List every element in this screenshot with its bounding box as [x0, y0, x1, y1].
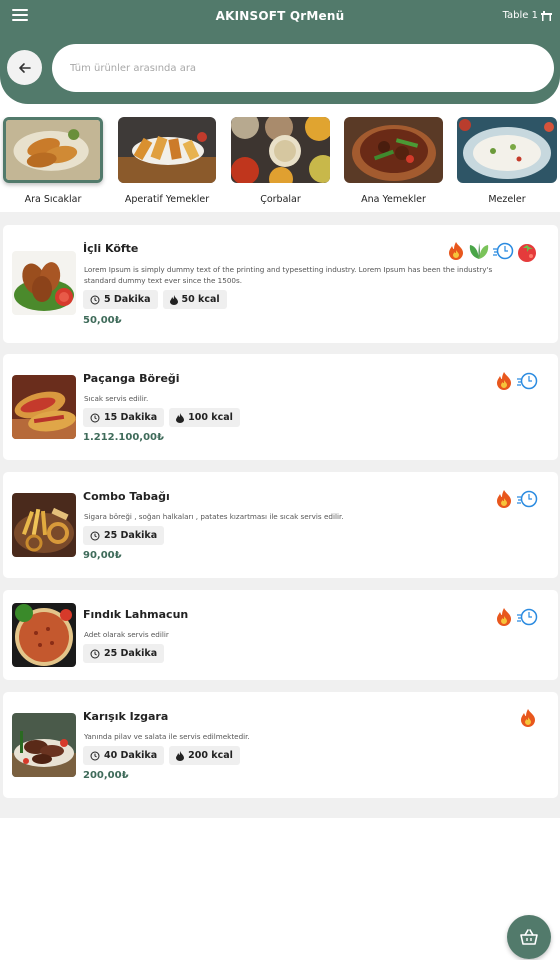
fast-service-icon — [517, 490, 538, 508]
product-image — [12, 375, 76, 439]
product-name: Combo Tabağı — [83, 490, 170, 503]
product-tags: 25 Dakika — [83, 644, 165, 663]
product-feature-icons — [446, 241, 538, 263]
product-description: Sigara böreği , soğan halkaları , patate… — [84, 512, 344, 521]
prep-time-tag: 25 Dakika — [83, 526, 165, 545]
product-feature-icons — [494, 607, 538, 627]
product-card[interactable]: İçli Köfte Lorem Ipsum is simply dummy t… — [3, 225, 558, 343]
calories: 200 kcal — [188, 750, 233, 761]
product-image — [12, 251, 76, 315]
clock-icon — [90, 413, 100, 422]
category-image — [457, 117, 557, 183]
category-image — [3, 117, 103, 183]
product-feature-icons — [494, 489, 538, 509]
product-tags: 15 Dakika 100 kcal — [83, 408, 240, 427]
category-ana-yemekler[interactable]: Ana Yemekler — [344, 117, 443, 205]
table-icon — [541, 10, 552, 21]
product-tags: 25 Dakika — [83, 526, 165, 545]
clock-icon — [90, 531, 100, 540]
spicy-icon — [497, 372, 511, 390]
prep-time: 25 Dakika — [104, 530, 158, 541]
table-indicator: Table 1 — [503, 10, 552, 21]
search-input[interactable] — [70, 62, 554, 74]
prep-time: 40 Dakika — [104, 750, 158, 761]
product-description: Lorem Ipsum is simply dummy text of the … — [84, 265, 493, 285]
spicy-icon — [521, 709, 535, 727]
product-price: 90,00₺ — [83, 550, 122, 561]
cart-button[interactable] — [507, 915, 551, 959]
fast-service-icon — [493, 242, 514, 260]
product-card[interactable]: Paçanga Böreği Sıcak servis edilir. 15 D… — [3, 354, 558, 460]
product-price: 50,00₺ — [83, 315, 122, 326]
calorie-tag: 50 kcal — [162, 290, 227, 309]
calorie-tag: 100 kcal — [169, 408, 240, 427]
category-carousel: Ara Sıcaklar Aperatif Yemekler Çorbalar … — [0, 117, 560, 212]
product-image — [12, 713, 76, 777]
flame-icon — [176, 412, 185, 423]
product-feature-icons — [518, 708, 538, 728]
prep-time-tag: 25 Dakika — [83, 644, 165, 663]
basket-icon — [520, 929, 538, 945]
search-bar[interactable] — [52, 44, 554, 92]
product-price: 200,00₺ — [83, 770, 129, 781]
category-label: Çorbalar — [260, 194, 301, 205]
category-mezeler[interactable]: Mezeler — [457, 117, 557, 205]
product-card[interactable]: Karışık Izgara Yanında pilav ve salata i… — [3, 692, 558, 798]
vegan-icon — [469, 243, 489, 259]
prep-time: 5 Dakika — [104, 294, 151, 305]
product-description: Yanında pilav ve salata ile servis edilm… — [84, 732, 250, 741]
spicy-icon — [449, 242, 463, 260]
product-description: Adet olarak servis edilir — [84, 630, 169, 639]
product-feature-icons — [494, 371, 538, 391]
category-image — [231, 117, 330, 183]
calorie-tag: 200 kcal — [169, 746, 240, 765]
product-name: Fındık Lahmacun — [83, 608, 189, 621]
product-card[interactable]: Combo Tabağı Sigara böreği , soğan halka… — [3, 472, 558, 578]
spicy-icon — [497, 608, 511, 626]
product-tags: 40 Dakika 200 kcal — [83, 746, 240, 765]
fast-service-icon — [517, 608, 538, 626]
product-name: İçli Köfte — [83, 242, 139, 255]
product-image — [12, 493, 76, 557]
category-image — [118, 117, 216, 183]
clock-icon — [90, 649, 100, 658]
category-label: Ana Yemekler — [361, 194, 426, 205]
category-label: Mezeler — [488, 194, 526, 205]
clock-icon — [90, 751, 100, 760]
flame-icon — [169, 294, 178, 305]
table-label: Table 1 — [502, 10, 538, 21]
product-tags: 5 Dakika 50 kcal — [83, 290, 227, 309]
product-image — [12, 603, 76, 667]
category-label: Aperatif Yemekler — [124, 194, 210, 205]
spicy-icon — [497, 490, 511, 508]
prep-time-tag: 40 Dakika — [83, 746, 165, 765]
arrow-left-icon — [18, 62, 31, 73]
category-corbalar[interactable]: Çorbalar — [231, 117, 330, 205]
prep-time-tag: 5 Dakika — [83, 290, 158, 309]
product-price: 1.212.100,00₺ — [83, 432, 164, 443]
prep-time-tag: 15 Dakika — [83, 408, 165, 427]
tomato-icon — [518, 244, 536, 262]
clock-icon — [90, 295, 100, 304]
product-description: Sıcak servis edilir. — [84, 394, 149, 403]
fast-service-icon — [517, 372, 538, 390]
product-name: Karışık Izgara — [83, 710, 169, 723]
category-label: Ara Sıcaklar — [24, 194, 82, 205]
category-aperatif-yemekler[interactable]: Aperatif Yemekler — [118, 117, 216, 205]
category-image — [344, 117, 443, 183]
flame-icon — [176, 750, 185, 761]
product-name: Paçanga Böreği — [83, 372, 180, 385]
prep-time: 15 Dakika — [104, 412, 158, 423]
app-title: AKINSOFT QrMenü — [215, 9, 345, 23]
back-button[interactable] — [7, 50, 42, 85]
calories: 100 kcal — [188, 412, 233, 423]
category-ara-sicaklar[interactable]: Ara Sıcaklar — [3, 117, 103, 205]
prep-time: 25 Dakika — [104, 648, 158, 659]
calories: 50 kcal — [181, 294, 220, 305]
app-header: AKINSOFT QrMenü Table 1 — [0, 0, 560, 104]
product-card[interactable]: Fındık Lahmacun Adet olarak servis edili… — [3, 590, 558, 680]
